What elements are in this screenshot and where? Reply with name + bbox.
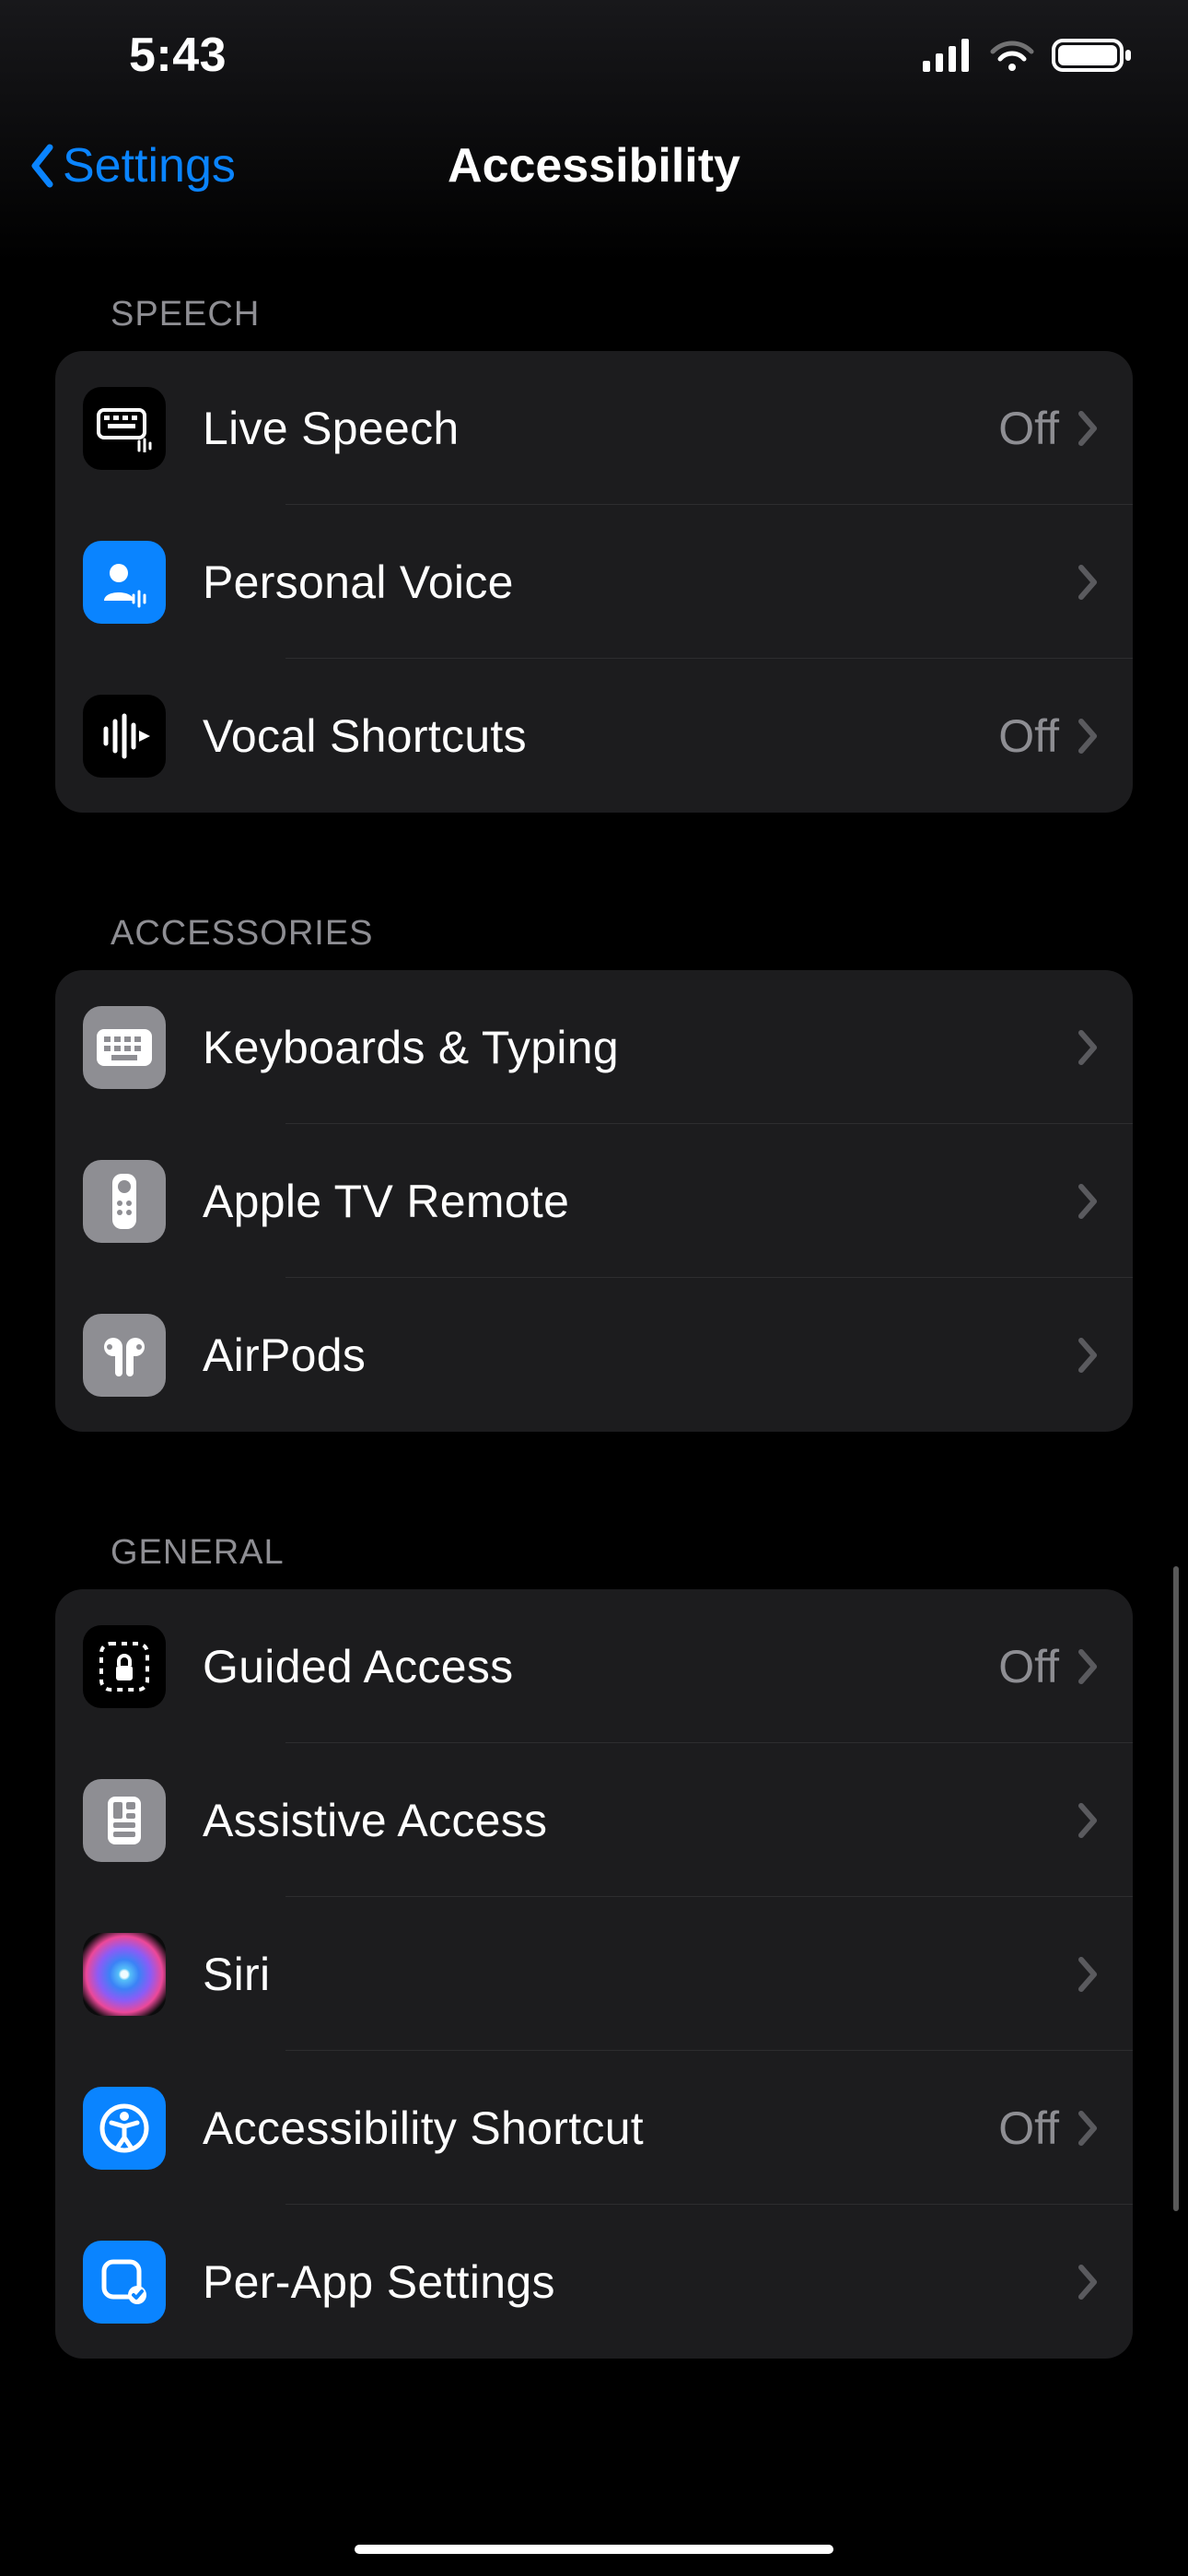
row-label: Keyboards & Typing	[203, 1021, 1059, 1074]
row-label: Siri	[203, 1948, 1059, 2001]
row-guided-access[interactable]: Guided Access Off	[55, 1589, 1133, 1743]
group-general: Guided Access Off Assistive Access Siri	[55, 1589, 1133, 2359]
row-label: Guided Access	[203, 1640, 998, 1693]
remote-icon	[83, 1160, 166, 1243]
row-airpods[interactable]: AirPods	[55, 1278, 1133, 1432]
row-value: Off	[998, 402, 1059, 455]
section-header-general: GENERAL	[111, 1533, 1133, 1573]
section-header-speech: SPEECH	[111, 295, 1133, 334]
chevron-right-icon	[1077, 1183, 1100, 1220]
section-header-accessories: ACCESSORIES	[111, 914, 1133, 954]
chevron-right-icon	[1077, 1648, 1100, 1685]
keyboard-icon	[83, 1006, 166, 1089]
keyboard-speak-icon	[83, 387, 166, 470]
content: SPEECH Live Speech Off Personal Voice	[0, 221, 1188, 2359]
accessibility-icon	[83, 2087, 166, 2170]
app-gear-icon	[83, 2241, 166, 2324]
row-live-speech[interactable]: Live Speech Off	[55, 351, 1133, 505]
chevron-right-icon	[1077, 564, 1100, 601]
nav-bar: Settings Accessibility	[0, 111, 1188, 221]
wifi-icon	[989, 39, 1035, 72]
row-assistive-access[interactable]: Assistive Access	[55, 1743, 1133, 1897]
back-button[interactable]: Settings	[28, 138, 236, 193]
row-value: Off	[998, 709, 1059, 763]
chevron-right-icon	[1077, 718, 1100, 755]
back-label: Settings	[63, 138, 236, 193]
status-time: 5:43	[129, 28, 227, 83]
row-value: Off	[998, 2102, 1059, 2155]
battery-icon	[1052, 37, 1133, 74]
home-indicator[interactable]	[355, 2545, 833, 2554]
chevron-right-icon	[1077, 1337, 1100, 1374]
row-personal-voice[interactable]: Personal Voice	[55, 505, 1133, 659]
row-apple-tv-remote[interactable]: Apple TV Remote	[55, 1124, 1133, 1278]
group-accessories: Keyboards & Typing Apple TV Remote AirPo…	[55, 970, 1133, 1432]
waveform-icon	[83, 695, 166, 778]
siri-icon	[83, 1933, 166, 2016]
chevron-right-icon	[1077, 2110, 1100, 2147]
row-label: Live Speech	[203, 402, 998, 455]
lock-dashed-icon	[83, 1625, 166, 1708]
chevron-right-icon	[1077, 1029, 1100, 1066]
row-vocal-shortcuts[interactable]: Vocal Shortcuts Off	[55, 659, 1133, 813]
row-label: Personal Voice	[203, 556, 1059, 609]
row-label: Apple TV Remote	[203, 1175, 1059, 1228]
row-label: AirPods	[203, 1329, 1059, 1382]
chevron-right-icon	[1077, 1956, 1100, 1993]
group-speech: Live Speech Off Personal Voice Vocal Sho…	[55, 351, 1133, 813]
row-label: Assistive Access	[203, 1794, 1059, 1847]
row-value: Off	[998, 1640, 1059, 1693]
cellular-icon	[923, 39, 973, 72]
chevron-right-icon	[1077, 2264, 1100, 2301]
row-keyboards-typing[interactable]: Keyboards & Typing	[55, 970, 1133, 1124]
row-per-app-settings[interactable]: Per-App Settings	[55, 2205, 1133, 2359]
chevron-right-icon	[1077, 1802, 1100, 1839]
panel-icon	[83, 1779, 166, 1862]
row-accessibility-shortcut[interactable]: Accessibility Shortcut Off	[55, 2051, 1133, 2205]
status-bar: 5:43	[0, 0, 1188, 111]
row-label: Accessibility Shortcut	[203, 2102, 998, 2155]
chevron-left-icon	[28, 144, 55, 188]
chevron-right-icon	[1077, 410, 1100, 447]
row-label: Per-App Settings	[203, 2255, 1059, 2309]
row-label: Vocal Shortcuts	[203, 709, 998, 763]
airpods-icon	[83, 1314, 166, 1397]
row-siri[interactable]: Siri	[55, 1897, 1133, 2051]
person-voice-icon	[83, 541, 166, 624]
